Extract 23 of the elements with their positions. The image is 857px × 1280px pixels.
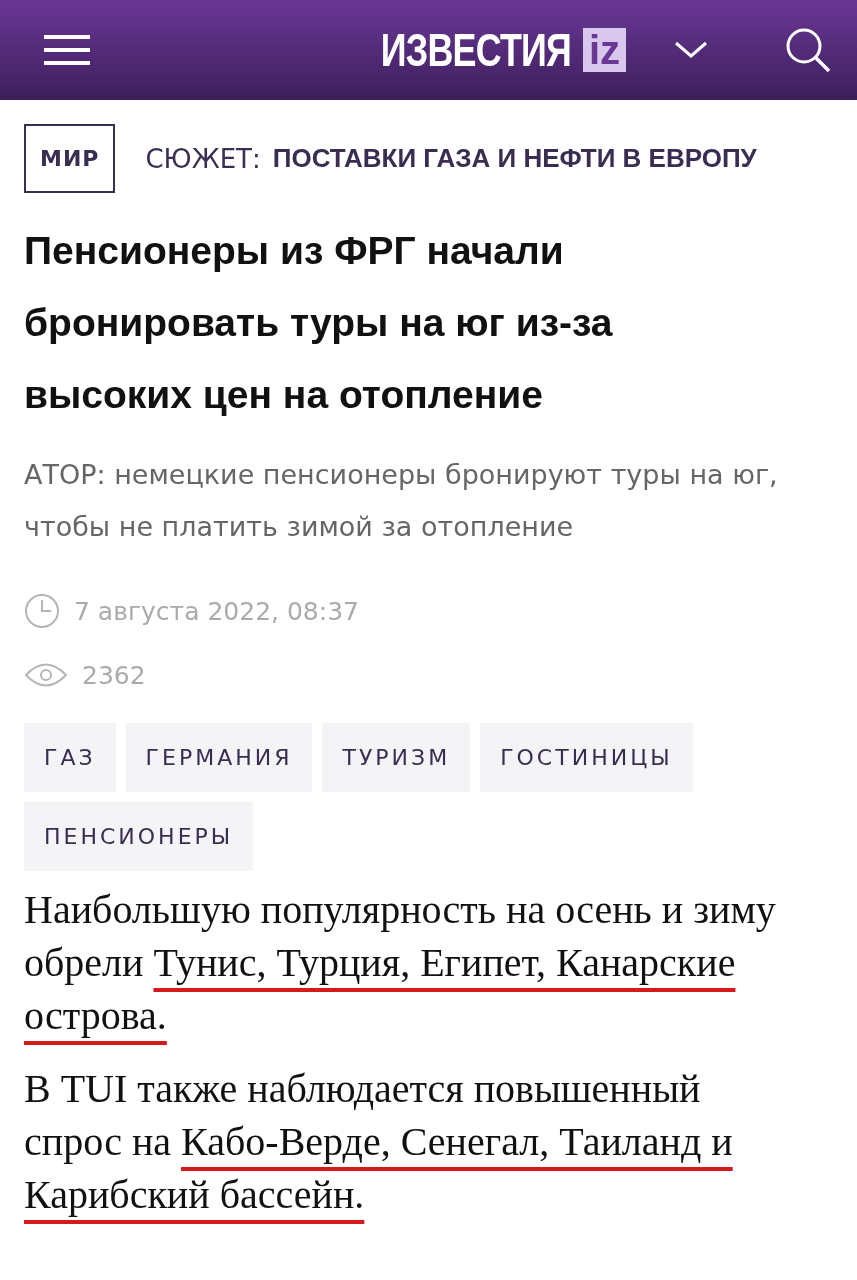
- tag-link[interactable]: ГАЗ: [24, 723, 116, 792]
- article-title: Пенсионеры из ФРГ начали бронировать туры на юг из-за высоких цен на отопление: [24, 228, 614, 418]
- section-link[interactable]: МИР: [24, 124, 116, 193]
- logo-badge: iz: [583, 28, 627, 72]
- view-count: 2362: [82, 660, 146, 690]
- article-lead: АТОР: немецкие пенсионеры бронируют туры на юг, чтобы не платить зимой за отопление: [24, 458, 779, 544]
- menu-icon: [44, 35, 90, 65]
- publish-date: 7 августа 2022, 08:37: [74, 596, 359, 626]
- eye-icon: [24, 662, 68, 688]
- clock-icon: [24, 593, 60, 629]
- tag-link[interactable]: ПЕНСИОНЕРЫ: [24, 802, 254, 871]
- search-icon: [785, 27, 831, 73]
- article-paragraph: Наибольшую популярность на осень и зиму обрели Тунис, Турция, Египет, Канарские острова.: [24, 886, 777, 1040]
- story-label: СЮЖЕТ:: [145, 143, 261, 174]
- tag-link[interactable]: ТУРИЗМ: [322, 723, 471, 792]
- article-paragraph: В TUI также наблюдается повышенный спрос на Кабо-Верде, Сенегал, Таиланд и Карибский бассейн.: [24, 1065, 734, 1219]
- site-logo[interactable]: ИЗВЕСТИЯ: [380, 23, 571, 77]
- menu-button[interactable]: [44, 35, 90, 65]
- tag-link[interactable]: ГОСТИНИЦЫ: [480, 723, 693, 792]
- chevron-down-icon[interactable]: [674, 41, 709, 59]
- tag-link[interactable]: ГЕРМАНИЯ: [125, 723, 313, 792]
- search-button[interactable]: [785, 27, 831, 73]
- story-link[interactable]: ПОСТАВКИ ГАЗА И НЕФТИ В ЕВРОПУ: [272, 143, 757, 174]
